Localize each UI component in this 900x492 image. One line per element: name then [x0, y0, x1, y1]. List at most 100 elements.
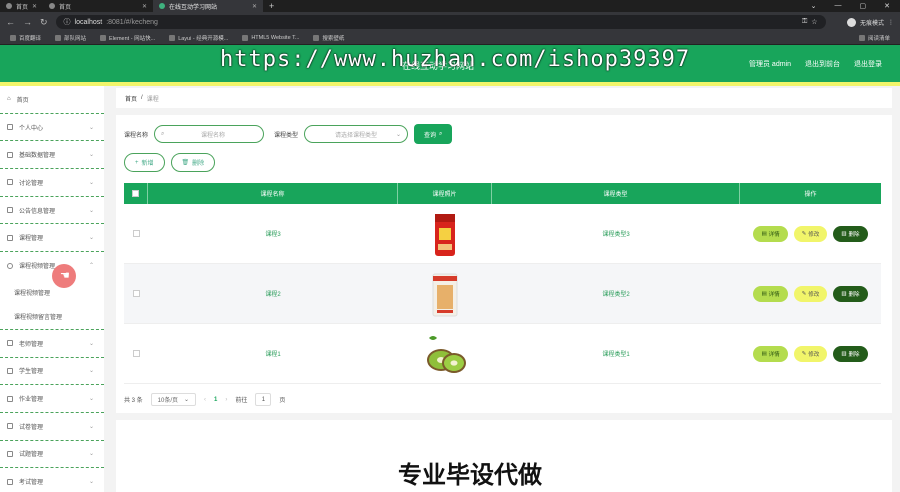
- edit-button[interactable]: ✎ 修改: [793, 285, 828, 302]
- edit-label: 修改: [808, 351, 820, 358]
- bookmark-label: HTML5 Website T...: [251, 35, 300, 41]
- row-actions: ▤ 详情 ✎ 修改 ▥ 删除: [740, 264, 881, 323]
- chevron-down-icon: ⌄: [88, 479, 94, 486]
- sidebar-item-label: 个人中心: [19, 125, 44, 132]
- close-tab-icon[interactable]: ✕: [142, 3, 147, 10]
- star-icon[interactable]: ☆: [811, 18, 817, 26]
- header-accent-line: [0, 82, 900, 86]
- current-page[interactable]: 1: [214, 397, 217, 403]
- back-icon[interactable]: ←: [6, 17, 15, 27]
- add-button[interactable]: + 新增: [124, 153, 165, 172]
- sidebar-item-label: 学生管理: [19, 369, 44, 376]
- maximize-icon[interactable]: ▢: [860, 2, 867, 10]
- page-size-select[interactable]: 10条/页 ⌄: [150, 393, 197, 406]
- course-type-cell: 课程类型3: [602, 232, 630, 238]
- detail-button[interactable]: ▤ 详情: [753, 285, 788, 302]
- bookmark-item[interactable]: Layui - 经典开源模...: [169, 34, 228, 42]
- sidebar-item-label: 老师管理: [19, 341, 44, 348]
- book-icon: [7, 234, 13, 241]
- kiwi-fruit-image[interactable]: [421, 330, 469, 378]
- breadcrumb-home[interactable]: 首页: [125, 94, 137, 103]
- trash-icon: 🗑: [181, 160, 190, 166]
- row-checkbox[interactable]: [132, 290, 140, 297]
- delete-button-label: 删除: [192, 161, 205, 167]
- detail-button[interactable]: ▤ 详情: [753, 345, 788, 362]
- goto-page-input[interactable]: 1: [255, 393, 272, 406]
- browser-tab-1[interactable]: 首页 ✕: [0, 0, 43, 12]
- row-checkbox[interactable]: [132, 350, 140, 357]
- close-tab-icon[interactable]: ✕: [32, 3, 37, 10]
- delete-button[interactable]: ▥ 删除: [833, 225, 868, 242]
- col-course-name: 课程名称: [148, 183, 398, 204]
- forward-icon[interactable]: →: [23, 17, 32, 27]
- course-type-select[interactable]: 请选择课程类型 ⌄: [304, 125, 409, 143]
- sidebar-item-exam[interactable]: 考试管理 ⌄: [0, 468, 104, 492]
- edit-button[interactable]: ✎ 修改: [793, 225, 828, 242]
- next-page-icon[interactable]: ›: [225, 397, 227, 403]
- profile-chip[interactable]: 无痕模式 ⋮: [846, 17, 894, 27]
- menu-dots-icon[interactable]: ⋮: [888, 19, 894, 26]
- sidebar-item-profile[interactable]: 个人中心 ⌄: [0, 114, 104, 142]
- sidebar-item-question[interactable]: 试题管理 ⌄: [0, 441, 104, 469]
- question-icon: [7, 450, 13, 457]
- sidebar-item-discussion[interactable]: 讨论管理 ⌄: [0, 169, 104, 197]
- course-name-cell: 课程2: [265, 292, 281, 298]
- url-field[interactable]: ⓘ localhost:8081/#/kecheng ⚿ ☆: [55, 15, 826, 29]
- select-all-checkbox[interactable]: [132, 190, 139, 197]
- sidebar-item-student[interactable]: 学生管理 ⌄: [0, 358, 104, 386]
- minimize-icon[interactable]: —: [835, 2, 842, 10]
- course-name-placeholder: 课程名称: [201, 132, 226, 139]
- delete-button[interactable]: ▥ 删除: [833, 345, 868, 362]
- reload-icon[interactable]: ↻: [40, 17, 48, 28]
- detail-icon: ▤: [761, 350, 767, 357]
- chevron-down-icon: ⌄: [88, 396, 94, 403]
- row-select-cell: [124, 264, 148, 323]
- sidebar-item-teacher[interactable]: 老师管理 ⌄: [0, 330, 104, 358]
- bookmark-item[interactable]: 百度翻译: [10, 34, 41, 42]
- red-rice-bag-image[interactable]: [421, 210, 469, 258]
- sidebar-subitem-video[interactable]: 课程视频管理: [0, 280, 104, 305]
- reading-list[interactable]: 阅读清单: [858, 34, 890, 42]
- batch-delete-button[interactable]: 🗑 删除: [170, 153, 216, 172]
- sidebar-subitem-video-comment[interactable]: 课程视频留言管理: [0, 305, 104, 330]
- sidebar-item-course[interactable]: 课程管理 ⌄: [0, 224, 104, 253]
- close-window-icon[interactable]: ✕: [884, 2, 890, 10]
- chevron-up-icon: ⌃: [88, 263, 94, 270]
- delete-button[interactable]: ▥ 删除: [833, 285, 868, 302]
- grain-bag-image[interactable]: [421, 270, 469, 318]
- detail-button[interactable]: ▤ 详情: [753, 225, 788, 242]
- bookmark-item[interactable]: Element - 网站快...: [100, 34, 155, 42]
- new-tab-icon[interactable]: +: [269, 1, 274, 11]
- bookmark-item[interactable]: 部队网站: [55, 34, 86, 42]
- bookmark-item[interactable]: 搜索壁纸: [313, 34, 344, 42]
- key-icon[interactable]: ⚿: [802, 18, 807, 26]
- browser-tab-2[interactable]: 首页 ✕: [43, 0, 153, 12]
- chevron-down-icon: ⌄: [88, 451, 94, 458]
- sidebar-item-basic-data[interactable]: 基础数据管理 ⌄: [0, 141, 104, 170]
- chevron-down-icon: ⌄: [184, 397, 190, 403]
- back-to-front-link[interactable]: 退出到前台: [805, 59, 840, 69]
- search-row: 课程名称 ⌕ 课程名称 课程类型 请选择课程类型 ⌄ 查询 ⌕: [124, 124, 453, 144]
- row-actions: ▤ 详情 ✎ 修改 ▥ 删除: [740, 204, 881, 263]
- row-checkbox[interactable]: [132, 230, 140, 237]
- action-row: + 新增 🗑 删除: [124, 153, 216, 172]
- browser-tab-3[interactable]: 在线互动学习网站 ✕: [153, 0, 264, 12]
- detail-icon: ▤: [761, 230, 767, 237]
- page-unit-label: 页: [279, 398, 286, 404]
- bookmark-icon: [10, 35, 16, 41]
- sidebar-item-notice[interactable]: 公告信息管理 ⌄: [0, 197, 104, 225]
- chevron-down-icon[interactable]: ⌄: [811, 2, 817, 10]
- logout-link[interactable]: 退出登录: [854, 59, 882, 69]
- search-button[interactable]: 查询 ⌕: [414, 124, 453, 144]
- sidebar-item-home[interactable]: ⌂ 首页: [0, 86, 104, 114]
- breadcrumb-current: 课程: [146, 96, 159, 103]
- close-tab-icon[interactable]: ✕: [252, 3, 257, 10]
- bookmark-item[interactable]: HTML5 Website T...: [242, 35, 299, 41]
- sidebar-item-homework[interactable]: 作业管理 ⌄: [0, 385, 104, 413]
- sidebar-item-paper[interactable]: 试卷管理 ⌄: [0, 413, 104, 441]
- prev-page-icon[interactable]: ‹: [204, 397, 206, 403]
- course-name-input[interactable]: ⌕ 课程名称: [154, 125, 265, 143]
- exam-icon: [7, 478, 13, 485]
- delete-label: 删除: [848, 231, 860, 238]
- edit-button[interactable]: ✎ 修改: [793, 345, 828, 362]
